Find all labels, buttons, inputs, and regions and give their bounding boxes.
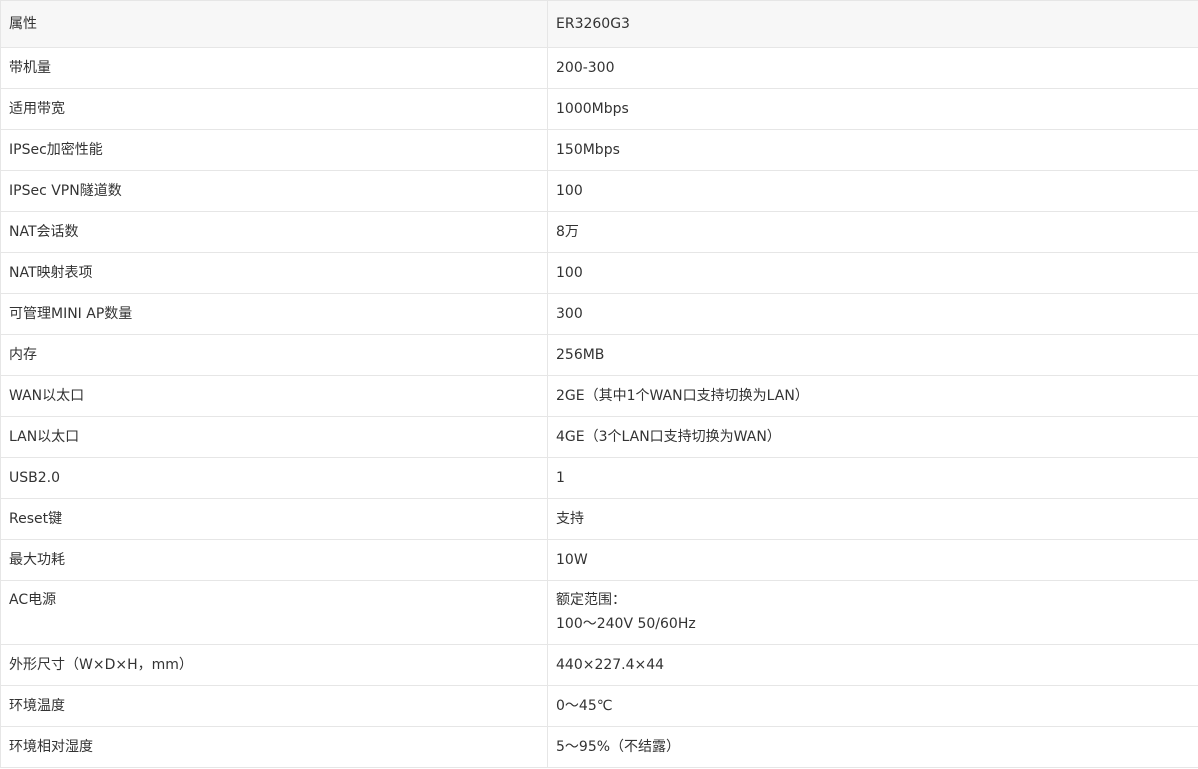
row-value-cell: 4GE（3个LAN口支持切换为WAN） xyxy=(547,416,1198,458)
table-row: 适用带宽 1000Mbps xyxy=(0,88,1198,130)
table-row: 环境相对湿度 5～95%（不结露） xyxy=(0,726,1198,768)
table-row: IPSec VPN隧道数 100 xyxy=(0,170,1198,212)
row-value-cell: 100 xyxy=(547,252,1198,294)
table-row: 可管理MINI AP数量 300 xyxy=(0,293,1198,335)
table-row: 最大功耗 10W xyxy=(0,539,1198,581)
row-value-cell: 256MB xyxy=(547,334,1198,376)
row-label-cell: 可管理MINI AP数量 xyxy=(0,293,548,335)
row-value-cell: 200-300 xyxy=(547,47,1198,89)
table-row: 内存 256MB xyxy=(0,334,1198,376)
row-value-line: 额定范围： xyxy=(556,592,626,608)
row-value-cell: 440×227.4×44 xyxy=(547,644,1198,686)
row-value-line: 100～240V 50/60Hz xyxy=(556,616,696,632)
table-row: AC电源 额定范围： 100～240V 50/60Hz xyxy=(0,580,1198,645)
table-row: LAN以太口 4GE（3个LAN口支持切换为WAN） xyxy=(0,416,1198,458)
row-value-cell: 5～95%（不结露） xyxy=(547,726,1198,768)
row-label-cell: USB2.0 xyxy=(0,457,548,499)
row-label-cell: 环境相对湿度 xyxy=(0,726,548,768)
row-value-cell: 150Mbps xyxy=(547,129,1198,171)
table-row: 带机量 200-300 xyxy=(0,47,1198,89)
row-label-cell: 最大功耗 xyxy=(0,539,548,581)
row-label-cell: LAN以太口 xyxy=(0,416,548,458)
row-value-cell: 1 xyxy=(547,457,1198,499)
table-row: 环境温度 0～45℃ xyxy=(0,685,1198,727)
row-value-cell: 2GE（其中1个WAN口支持切换为LAN） xyxy=(547,375,1198,417)
row-label-cell: NAT映射表项 xyxy=(0,252,548,294)
header-value-cell: ER3260G3 xyxy=(547,0,1198,48)
table-header-row: 属性 ER3260G3 xyxy=(0,0,1198,48)
row-label-cell: Reset键 xyxy=(0,498,548,540)
table-row: IPSec加密性能 150Mbps xyxy=(0,129,1198,171)
table-row: 外形尺寸（W×D×H，mm） 440×227.4×44 xyxy=(0,644,1198,686)
row-label-cell: 内存 xyxy=(0,334,548,376)
table-row: USB2.0 1 xyxy=(0,457,1198,499)
row-label-cell: IPSec加密性能 xyxy=(0,129,548,171)
row-value-cell: 支持 xyxy=(547,498,1198,540)
row-label-cell: 外形尺寸（W×D×H，mm） xyxy=(0,644,548,686)
row-value-cell: 1000Mbps xyxy=(547,88,1198,130)
row-value-cell: 100 xyxy=(547,170,1198,212)
row-label-cell: NAT会话数 xyxy=(0,211,548,253)
table-row: Reset键 支持 xyxy=(0,498,1198,540)
row-value-cell: 额定范围： 100～240V 50/60Hz xyxy=(547,580,1198,645)
table-row: WAN以太口 2GE（其中1个WAN口支持切换为LAN） xyxy=(0,375,1198,417)
row-label-cell: 带机量 xyxy=(0,47,548,89)
row-value-cell: 300 xyxy=(547,293,1198,335)
row-label-cell: WAN以太口 xyxy=(0,375,548,417)
row-value-cell: 0～45℃ xyxy=(547,685,1198,727)
row-value-cell: 8万 xyxy=(547,211,1198,253)
row-label-cell: AC电源 xyxy=(0,580,548,645)
row-value-cell: 10W xyxy=(547,539,1198,581)
table-row: NAT会话数 8万 xyxy=(0,211,1198,253)
spec-table: 属性 ER3260G3 带机量 200-300 适用带宽 1000Mbps IP… xyxy=(0,0,1198,768)
header-label-cell: 属性 xyxy=(0,0,548,48)
row-label-cell: 适用带宽 xyxy=(0,88,548,130)
row-label-cell: IPSec VPN隧道数 xyxy=(0,170,548,212)
row-label-cell: 环境温度 xyxy=(0,685,548,727)
table-row: NAT映射表项 100 xyxy=(0,252,1198,294)
